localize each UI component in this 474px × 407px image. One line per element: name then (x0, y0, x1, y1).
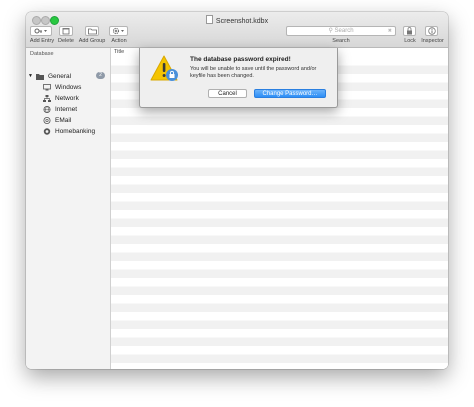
network-icon (43, 94, 51, 102)
email-icon (43, 116, 51, 124)
sidebar-item-internet[interactable]: Internet (43, 104, 77, 114)
folder-icon (35, 73, 44, 80)
clear-search-icon[interactable]: ✖ (388, 27, 392, 36)
sidebar-item-windows[interactable]: Windows (43, 82, 81, 92)
inspector-button[interactable] (425, 26, 438, 36)
action-label: Action (111, 38, 127, 44)
warning-lock-icon (150, 55, 178, 81)
search-label: Search (332, 38, 350, 44)
add-entry-label: Add Entry (29, 38, 55, 44)
group-label: General (47, 72, 72, 80)
folder-plus-icon (87, 28, 97, 35)
titlebar: Screenshot.kdbx Add Entry Delete Add Gro… (26, 12, 448, 48)
sidebar-item-label: Internet (55, 105, 78, 113)
delete-button[interactable] (59, 26, 73, 36)
sidebar-item-label: Network (55, 94, 79, 102)
windows-icon (43, 83, 51, 91)
dialog-message: You will be unable to save until the pas… (190, 66, 317, 79)
sidebar-group-general[interactable]: ▼ General (28, 71, 71, 81)
window-title: Screenshot.kdbx (26, 15, 448, 25)
cancel-button[interactable]: Cancel (208, 89, 247, 98)
action-button[interactable] (109, 26, 128, 36)
bank-icon (43, 127, 51, 135)
globe-icon (43, 105, 51, 113)
change-password-button[interactable]: Change Password… (254, 89, 326, 98)
gear-icon (112, 27, 124, 35)
sidebar-item-network[interactable]: Network (43, 93, 79, 103)
sidebar: Database ▼ General 2 Windows Network Int… (26, 48, 111, 369)
sidebar-item-label: EMail (55, 116, 72, 124)
sidebar-item-label: Homebanking (55, 127, 96, 135)
sidebar-item-email[interactable]: EMail (43, 115, 71, 125)
lock-icon (407, 27, 412, 35)
sidebar-item-label: Windows (55, 83, 82, 91)
password-expired-dialog: The database password expired! You will … (139, 48, 338, 108)
lock-label: Lock (404, 38, 416, 44)
search-icon: ⚲ (328, 28, 333, 34)
dialog-title: The database password expired! (190, 56, 291, 63)
info-icon (427, 27, 436, 35)
add-group-label: Add Group (78, 38, 106, 44)
delete-icon (62, 28, 70, 35)
inspector-label: Inspector (421, 38, 444, 44)
add-group-button[interactable] (85, 26, 99, 36)
add-entry-button[interactable] (30, 26, 52, 36)
delete-label: Delete (58, 38, 74, 44)
disclosure-triangle-icon[interactable]: ▼ (28, 73, 33, 79)
lock-button[interactable] (403, 26, 416, 36)
sidebar-item-homebanking[interactable]: Homebanking (43, 126, 95, 136)
search-input[interactable]: ⚲ Search ✖ (286, 26, 396, 36)
document-icon (205, 15, 213, 24)
sidebar-header: Database (30, 51, 54, 57)
count-badge: 2 (96, 72, 105, 79)
key-plus-icon (34, 28, 47, 34)
